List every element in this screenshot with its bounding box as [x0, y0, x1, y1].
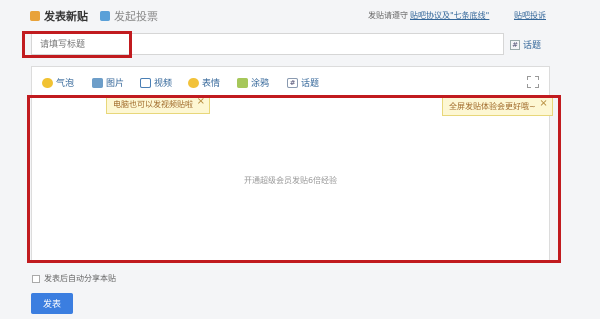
rules-prefix: 发贴请遵守	[368, 11, 408, 20]
tool-bubble[interactable]: 气泡	[42, 76, 74, 89]
auto-share-checkbox[interactable]	[32, 274, 40, 283]
tool-video[interactable]: 视频	[140, 76, 172, 89]
tool-doodle-label: 涂鸦	[251, 79, 270, 89]
rules-link[interactable]: 贴吧协议及"七条底线"	[410, 11, 489, 20]
tool-bubble-label: 气泡	[56, 79, 75, 89]
complaint-link[interactable]: 贴吧投诉	[514, 10, 546, 21]
auto-share-label: 发表后自动分享本贴	[44, 274, 116, 283]
doodle-icon	[237, 77, 248, 88]
post-editor[interactable]: 气泡 图片 视频 表情 涂鸦 # 话题 电脑也可以发视频贴啦 × 全屏发贴体验会…	[31, 66, 553, 262]
video-post-tip: 电脑也可以发视频贴啦 ×	[106, 95, 210, 114]
bubble-icon	[42, 77, 53, 88]
tab-vote[interactable]: 发起投票	[100, 8, 158, 24]
tab-post-label: 发表新贴	[44, 10, 88, 23]
tool-topic[interactable]: # 话题	[287, 76, 319, 89]
tool-image-label: 图片	[106, 79, 125, 89]
tab-vote-label: 发起投票	[114, 10, 158, 23]
editor-placeholder: 开通超级会员发贴6倍经验	[243, 176, 338, 185]
tool-image[interactable]: 图片	[92, 76, 124, 89]
header-bar: 发表新贴 发起投票 发贴请遵守 贴吧协议及"七条底线" 贴吧投诉	[30, 8, 560, 28]
video-post-tip-text: 电脑也可以发视频贴啦	[113, 100, 193, 109]
tool-topic-label: 话题	[301, 79, 320, 89]
tool-emoji[interactable]: 表情	[188, 76, 220, 89]
fullscreen-icon[interactable]	[527, 76, 539, 88]
title-topic-label: 话题	[523, 41, 542, 51]
tool-video-label: 视频	[154, 79, 173, 89]
image-icon	[92, 77, 103, 88]
title-topic-button[interactable]: # 话题	[510, 38, 541, 51]
hash-icon: #	[510, 39, 520, 50]
tool-doodle[interactable]: 涂鸦	[237, 76, 269, 89]
editor-toolbar: 气泡 图片 视频 表情 涂鸦 # 话题	[32, 67, 549, 97]
close-icon[interactable]: ×	[197, 96, 205, 107]
tool-emoji-label: 表情	[202, 79, 221, 89]
tab-post[interactable]: 发表新贴	[30, 8, 88, 24]
fullscreen-tip: 全屏发贴体验会更好哦~ ×	[442, 97, 553, 116]
topic-icon: #	[287, 77, 298, 88]
fullscreen-tip-text: 全屏发贴体验会更好哦~	[449, 102, 536, 111]
video-icon	[140, 77, 151, 88]
chart-icon	[100, 11, 110, 21]
emoji-icon	[188, 77, 199, 88]
auto-share-option[interactable]: 发表后自动分享本贴	[32, 273, 116, 284]
title-input[interactable]	[31, 33, 504, 55]
close-icon[interactable]: ×	[539, 98, 547, 109]
edit-icon	[30, 11, 40, 21]
submit-button[interactable]: 发表	[31, 293, 73, 314]
rules-notice: 发贴请遵守 贴吧协议及"七条底线"	[368, 10, 489, 21]
